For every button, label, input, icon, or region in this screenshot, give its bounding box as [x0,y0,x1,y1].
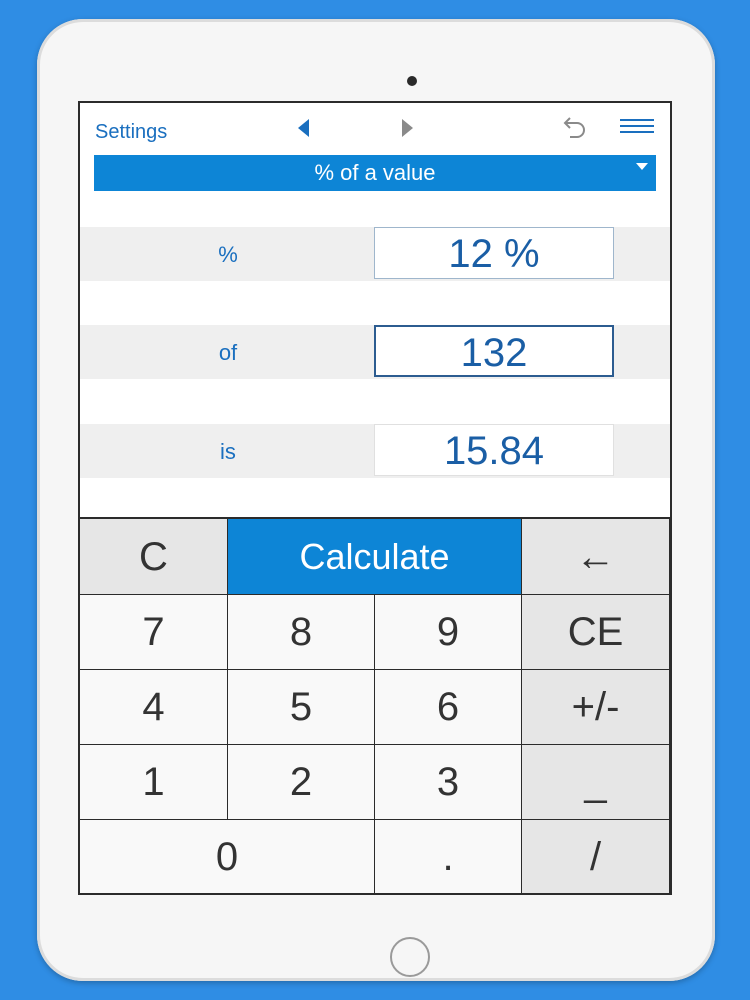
underscore-button[interactable]: _ [522,745,670,820]
keypad: C Calculate ← 7 8 9 CE 4 5 6 +/- 1 2 3 _… [80,517,670,893]
key-0[interactable]: 0 [80,820,375,893]
percent-row: % 12 % [80,227,670,281]
calculation-type-dropdown[interactable]: % of a value [94,155,656,191]
percent-label: % [218,242,238,267]
key-5[interactable]: 5 [228,670,375,745]
key-8[interactable]: 8 [228,595,375,670]
camera-icon [407,76,417,86]
result-label: is [220,439,236,464]
undo-icon[interactable] [560,115,588,141]
key-3[interactable]: 3 [375,745,522,820]
result-value: 15.84 [374,424,614,476]
divide-button[interactable]: / [522,820,670,893]
home-button[interactable] [390,937,430,977]
dropdown-label: % of a value [314,160,436,185]
of-label: of [218,340,238,365]
sign-toggle-button[interactable]: +/- [522,670,670,745]
key-1[interactable]: 1 [80,745,228,820]
key-9[interactable]: 9 [375,595,522,670]
result-row: is 15.84 [80,424,670,478]
percent-input[interactable]: 12 % [374,227,614,279]
clear-button[interactable]: C [80,519,228,595]
menu-icon[interactable] [620,117,654,139]
decimal-point-button[interactable]: . [375,820,522,893]
key-2[interactable]: 2 [228,745,375,820]
calculate-button[interactable]: Calculate [228,519,522,595]
key-7[interactable]: 7 [80,595,228,670]
key-4[interactable]: 4 [80,670,228,745]
backspace-button[interactable]: ← [522,519,670,595]
of-row: of 132 [80,325,670,379]
settings-button[interactable]: Settings [95,121,167,144]
dropdown-caret-icon [636,163,648,170]
prev-arrow-icon[interactable] [298,119,309,137]
top-bar: Settings [80,103,670,155]
calculator-screen: Settings % of a value % 12 % of 132 is 1… [78,101,672,895]
key-6[interactable]: 6 [375,670,522,745]
next-arrow-icon[interactable] [402,119,413,137]
clear-entry-button[interactable]: CE [522,595,670,670]
of-value-input[interactable]: 132 [374,325,614,377]
